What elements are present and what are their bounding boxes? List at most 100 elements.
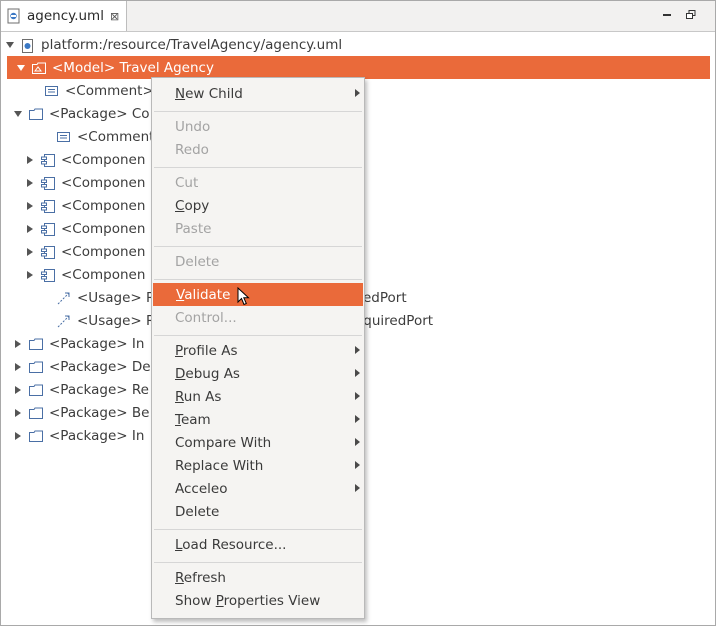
menu-item-acceleo[interactable]: Acceleo: [152, 477, 364, 500]
menu-item-load-resource[interactable]: Load Resource...: [152, 533, 364, 556]
tree-row[interactable]: <Package> Co: [13, 102, 150, 125]
menu-item-validate[interactable]: Validate: [153, 283, 363, 306]
close-icon[interactable]: ⊠: [110, 10, 119, 23]
tree-row-label: <Package> In: [49, 335, 145, 352]
comment-icon: [45, 85, 59, 97]
tree-row[interactable]: <Componen: [25, 171, 145, 194]
collapsed-arrow-icon[interactable]: [13, 339, 23, 349]
collapsed-arrow-icon[interactable]: [13, 408, 23, 418]
tree-row-label: <Componen: [61, 197, 146, 214]
collapsed-arrow-icon[interactable]: [25, 247, 35, 257]
expanded-arrow-icon[interactable]: [5, 40, 15, 50]
collapsed-arrow-icon[interactable]: [25, 178, 35, 188]
tree-row-trailing-text: edPort: [363, 289, 407, 306]
menu-item-label: Redo: [175, 141, 209, 158]
submenu-arrow-icon: [355, 461, 360, 469]
menu-item-label: Team: [175, 411, 211, 428]
menu-item-label: Delete: [175, 503, 220, 520]
submenu-arrow-icon: [355, 392, 360, 400]
expanded-arrow-icon[interactable]: [16, 63, 26, 73]
collapsed-arrow-icon[interactable]: [25, 155, 35, 165]
menu-separator: [154, 529, 362, 530]
tree-row-model[interactable]: <Model> Travel Agency: [7, 56, 710, 79]
tree-root-label: platform:/resource/TravelAgency/agency.u…: [41, 36, 343, 53]
menu-item-refresh[interactable]: Refresh: [152, 566, 364, 589]
collapsed-arrow-icon[interactable]: [25, 201, 35, 211]
menu-item-label: Replace With: [175, 457, 264, 474]
menu-item-label: Debug As: [175, 365, 240, 382]
tree-row-label: <Package> De: [49, 358, 151, 375]
menu-item-undo: Undo: [152, 115, 364, 138]
maximize-icon[interactable]: [685, 9, 697, 21]
collapsed-arrow-icon[interactable]: [13, 431, 23, 441]
collapsed-arrow-icon[interactable]: [25, 270, 35, 280]
menu-item-profile-as[interactable]: Profile As: [152, 339, 364, 362]
tree-row[interactable]: <Package> In: [13, 424, 144, 447]
menu-item-show-properties-view[interactable]: Show Properties View: [152, 589, 364, 612]
submenu-arrow-icon: [355, 415, 360, 423]
submenu-arrow-icon: [355, 484, 360, 492]
tree-row[interactable]: <Comment: [41, 125, 154, 148]
tree-row-label: <Componen: [61, 174, 146, 191]
tree-row[interactable]: <Comment> T: [29, 79, 166, 102]
tree-row-root[interactable]: platform:/resource/TravelAgency/agency.u…: [5, 33, 342, 56]
collapsed-arrow-icon[interactable]: [25, 224, 35, 234]
editor-tab[interactable]: agency.uml ⊠: [1, 1, 127, 31]
menu-item-label: Show Properties View: [175, 592, 321, 609]
menu-item-label: Copy: [175, 197, 210, 214]
uml-file-icon: [7, 8, 20, 24]
tree-row[interactable]: <Usage> Re: [41, 309, 163, 332]
tree-row[interactable]: <Componen: [25, 263, 145, 286]
menu-item-debug-as[interactable]: Debug As: [152, 362, 364, 385]
tree-row[interactable]: <Componen: [25, 148, 145, 171]
context-menu: New Child Undo Redo Cut Copy Paste Delete Valid…: [151, 77, 365, 619]
menu-item-cut: Cut: [152, 171, 364, 194]
menu-item-delete[interactable]: Delete: [152, 500, 364, 523]
submenu-arrow-icon: [355, 438, 360, 446]
menu-item-label: Undo: [175, 118, 211, 135]
tree-row-label: <Package> Be: [49, 404, 150, 421]
tree-row[interactable]: <Package> Be: [13, 401, 149, 424]
menu-item-label: Run As: [175, 388, 222, 405]
tree-row[interactable]: <Package> Re: [13, 378, 149, 401]
menu-item-label: Profile As: [175, 342, 238, 359]
menu-item-label: Cut: [175, 174, 199, 191]
menu-item-new-child[interactable]: New Child: [152, 82, 364, 105]
collapsed-arrow-icon[interactable]: [13, 385, 23, 395]
tree-row[interactable]: <Componen: [25, 240, 145, 263]
tree-row[interactable]: <Package> De: [13, 355, 151, 378]
menu-item-team[interactable]: Team: [152, 408, 364, 431]
tree-row[interactable]: <Package> In: [13, 332, 144, 355]
package-icon: [29, 384, 43, 396]
model-icon: [32, 62, 46, 74]
tree-row-label: <Package> Re: [49, 381, 149, 398]
minimize-icon[interactable]: [661, 9, 673, 21]
editor-frame: agency.uml ⊠ platform:/resource/TravelAg…: [0, 0, 716, 626]
tree-row-label: <Package> Co: [49, 105, 150, 122]
component-icon: [41, 199, 55, 213]
menu-item-copy[interactable]: Copy: [152, 194, 364, 217]
collapsed-arrow-icon[interactable]: [13, 362, 23, 372]
menu-item-label: Compare With: [175, 434, 272, 451]
package-icon: [29, 407, 43, 419]
tree-row-label: <Comment: [77, 128, 155, 145]
tree-row-label: <Componen: [61, 151, 146, 168]
menu-item-label: Paste: [175, 220, 212, 237]
menu-item-paste: Paste: [152, 217, 364, 240]
menu-item-run-as[interactable]: Run As: [152, 385, 364, 408]
expanded-arrow-icon[interactable]: [13, 109, 23, 119]
menu-item-replace-with[interactable]: Replace With: [152, 454, 364, 477]
tree-row[interactable]: <Componen: [25, 217, 145, 240]
tree-row[interactable]: <Componen: [25, 194, 145, 217]
component-icon: [41, 176, 55, 190]
usage-icon: [57, 292, 71, 304]
tree-row[interactable]: <Usage> Re: [41, 286, 163, 309]
menu-separator: [154, 167, 362, 168]
menu-item-compare-with[interactable]: Compare With: [152, 431, 364, 454]
submenu-arrow-icon: [355, 346, 360, 354]
mouse-pointer-icon: [237, 287, 250, 306]
menu-item-redo: Redo: [152, 138, 364, 161]
